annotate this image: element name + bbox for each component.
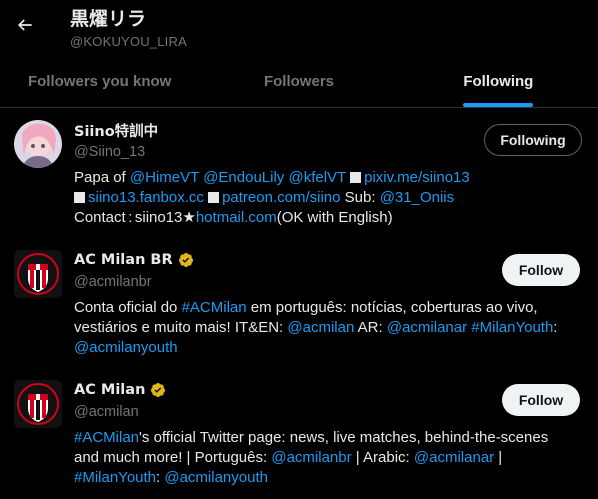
mention-link[interactable]: @acmilanar bbox=[387, 319, 467, 336]
url-link[interactable]: patreon.com/siino bbox=[222, 189, 340, 206]
back-button[interactable] bbox=[10, 10, 40, 40]
tab-bar: Followers you know Followers Following bbox=[0, 56, 598, 108]
hashtag-link[interactable]: #MilanYouth bbox=[74, 469, 156, 486]
hashtag-link[interactable]: #MilanYouth bbox=[471, 319, 553, 336]
square-glyph-icon bbox=[350, 172, 362, 183]
verified-badge-icon bbox=[151, 383, 166, 397]
avatar[interactable] bbox=[14, 380, 62, 428]
bio-text: : bbox=[553, 319, 558, 336]
tab-followers[interactable]: Followers bbox=[199, 56, 398, 107]
square-glyph-icon bbox=[74, 192, 85, 203]
user-cell[interactable]: AC Milan @acmilan #ACMilan's official Tw… bbox=[0, 368, 598, 498]
top-bar: 黒燿リラ @KOKUYOU_LIRA bbox=[0, 0, 598, 56]
bio-text: Sub: bbox=[340, 189, 380, 206]
user-name[interactable]: Siino特訓中 bbox=[74, 120, 158, 141]
verified-badge-icon bbox=[178, 253, 193, 267]
mention-link[interactable]: @acmilan bbox=[287, 319, 354, 336]
mention-link[interactable]: @acmilanar bbox=[414, 449, 494, 466]
user-bio: Conta oficial do #ACMilan em português: … bbox=[74, 298, 582, 358]
tab-label: Followers you know bbox=[27, 73, 172, 90]
hashtag-link[interactable]: #ACMilan bbox=[74, 429, 139, 446]
avatar-image bbox=[14, 120, 62, 168]
avatar[interactable] bbox=[14, 250, 62, 298]
tab-following[interactable]: Following bbox=[399, 56, 598, 107]
mention-link[interactable]: @kfelVT bbox=[288, 169, 345, 186]
bio-text: Contact : siino13★ bbox=[74, 209, 196, 226]
user-cell[interactable]: Siino特訓中 @Siino_13 Papa of @HimeVT @Endo… bbox=[0, 108, 598, 238]
mention-link[interactable]: @EndouLily bbox=[203, 169, 284, 186]
ac-milan-crest-icon bbox=[17, 383, 59, 425]
profile-handle: @KOKUYOU_LIRA bbox=[70, 34, 187, 49]
url-link[interactable]: siino13.fanbox.cc bbox=[88, 189, 204, 206]
mention-link[interactable]: @31_Oniis bbox=[380, 189, 454, 206]
following-list: Siino特訓中 @Siino_13 Papa of @HimeVT @Endo… bbox=[0, 108, 598, 498]
user-name[interactable]: AC Milan bbox=[74, 382, 145, 398]
user-cell[interactable]: AC Milan BR @acmilanbr Conta oficial do … bbox=[0, 238, 598, 368]
bio-text: Papa of bbox=[74, 169, 130, 186]
ac-milan-crest-icon bbox=[17, 253, 59, 295]
tab-label: Followers bbox=[263, 73, 334, 90]
follow-button[interactable]: Follow bbox=[502, 254, 580, 286]
user-bio: Papa of @HimeVT @EndouLily @kfelVT pixiv… bbox=[74, 168, 582, 228]
bio-text: (OK with English) bbox=[276, 209, 393, 226]
back-arrow-icon bbox=[17, 19, 32, 31]
mention-link[interactable]: @acmilanbr bbox=[271, 449, 351, 466]
user-bio: #ACMilan's official Twitter page: news, … bbox=[74, 428, 582, 488]
hashtag-link[interactable]: #ACMilan bbox=[182, 299, 247, 316]
bio-text: | bbox=[494, 449, 503, 466]
avatar[interactable] bbox=[14, 120, 62, 168]
square-glyph-icon bbox=[208, 192, 220, 203]
bio-text: Conta oficial do bbox=[74, 299, 182, 316]
mention-link[interactable]: @HimeVT bbox=[130, 169, 199, 186]
url-link[interactable]: pixiv.me/siino13 bbox=[364, 169, 470, 186]
mention-link[interactable]: @acmilanyouth bbox=[74, 339, 178, 356]
profile-title: 黒燿リラ @KOKUYOU_LIRA bbox=[70, 7, 187, 51]
tab-label: Following bbox=[463, 73, 534, 90]
url-link[interactable]: hotmail.com bbox=[196, 209, 277, 226]
profile-display-name: 黒燿リラ bbox=[70, 8, 147, 30]
bio-text: | Arabic: bbox=[351, 449, 414, 466]
active-tab-indicator bbox=[463, 103, 534, 107]
tab-followers-you-know[interactable]: Followers you know bbox=[0, 56, 199, 107]
user-name[interactable]: AC Milan BR bbox=[74, 252, 173, 268]
following-button[interactable]: Following bbox=[484, 124, 582, 156]
mention-link[interactable]: @acmilanyouth bbox=[164, 469, 268, 486]
follow-button[interactable]: Follow bbox=[502, 384, 580, 416]
bio-text: AR: bbox=[354, 319, 387, 336]
